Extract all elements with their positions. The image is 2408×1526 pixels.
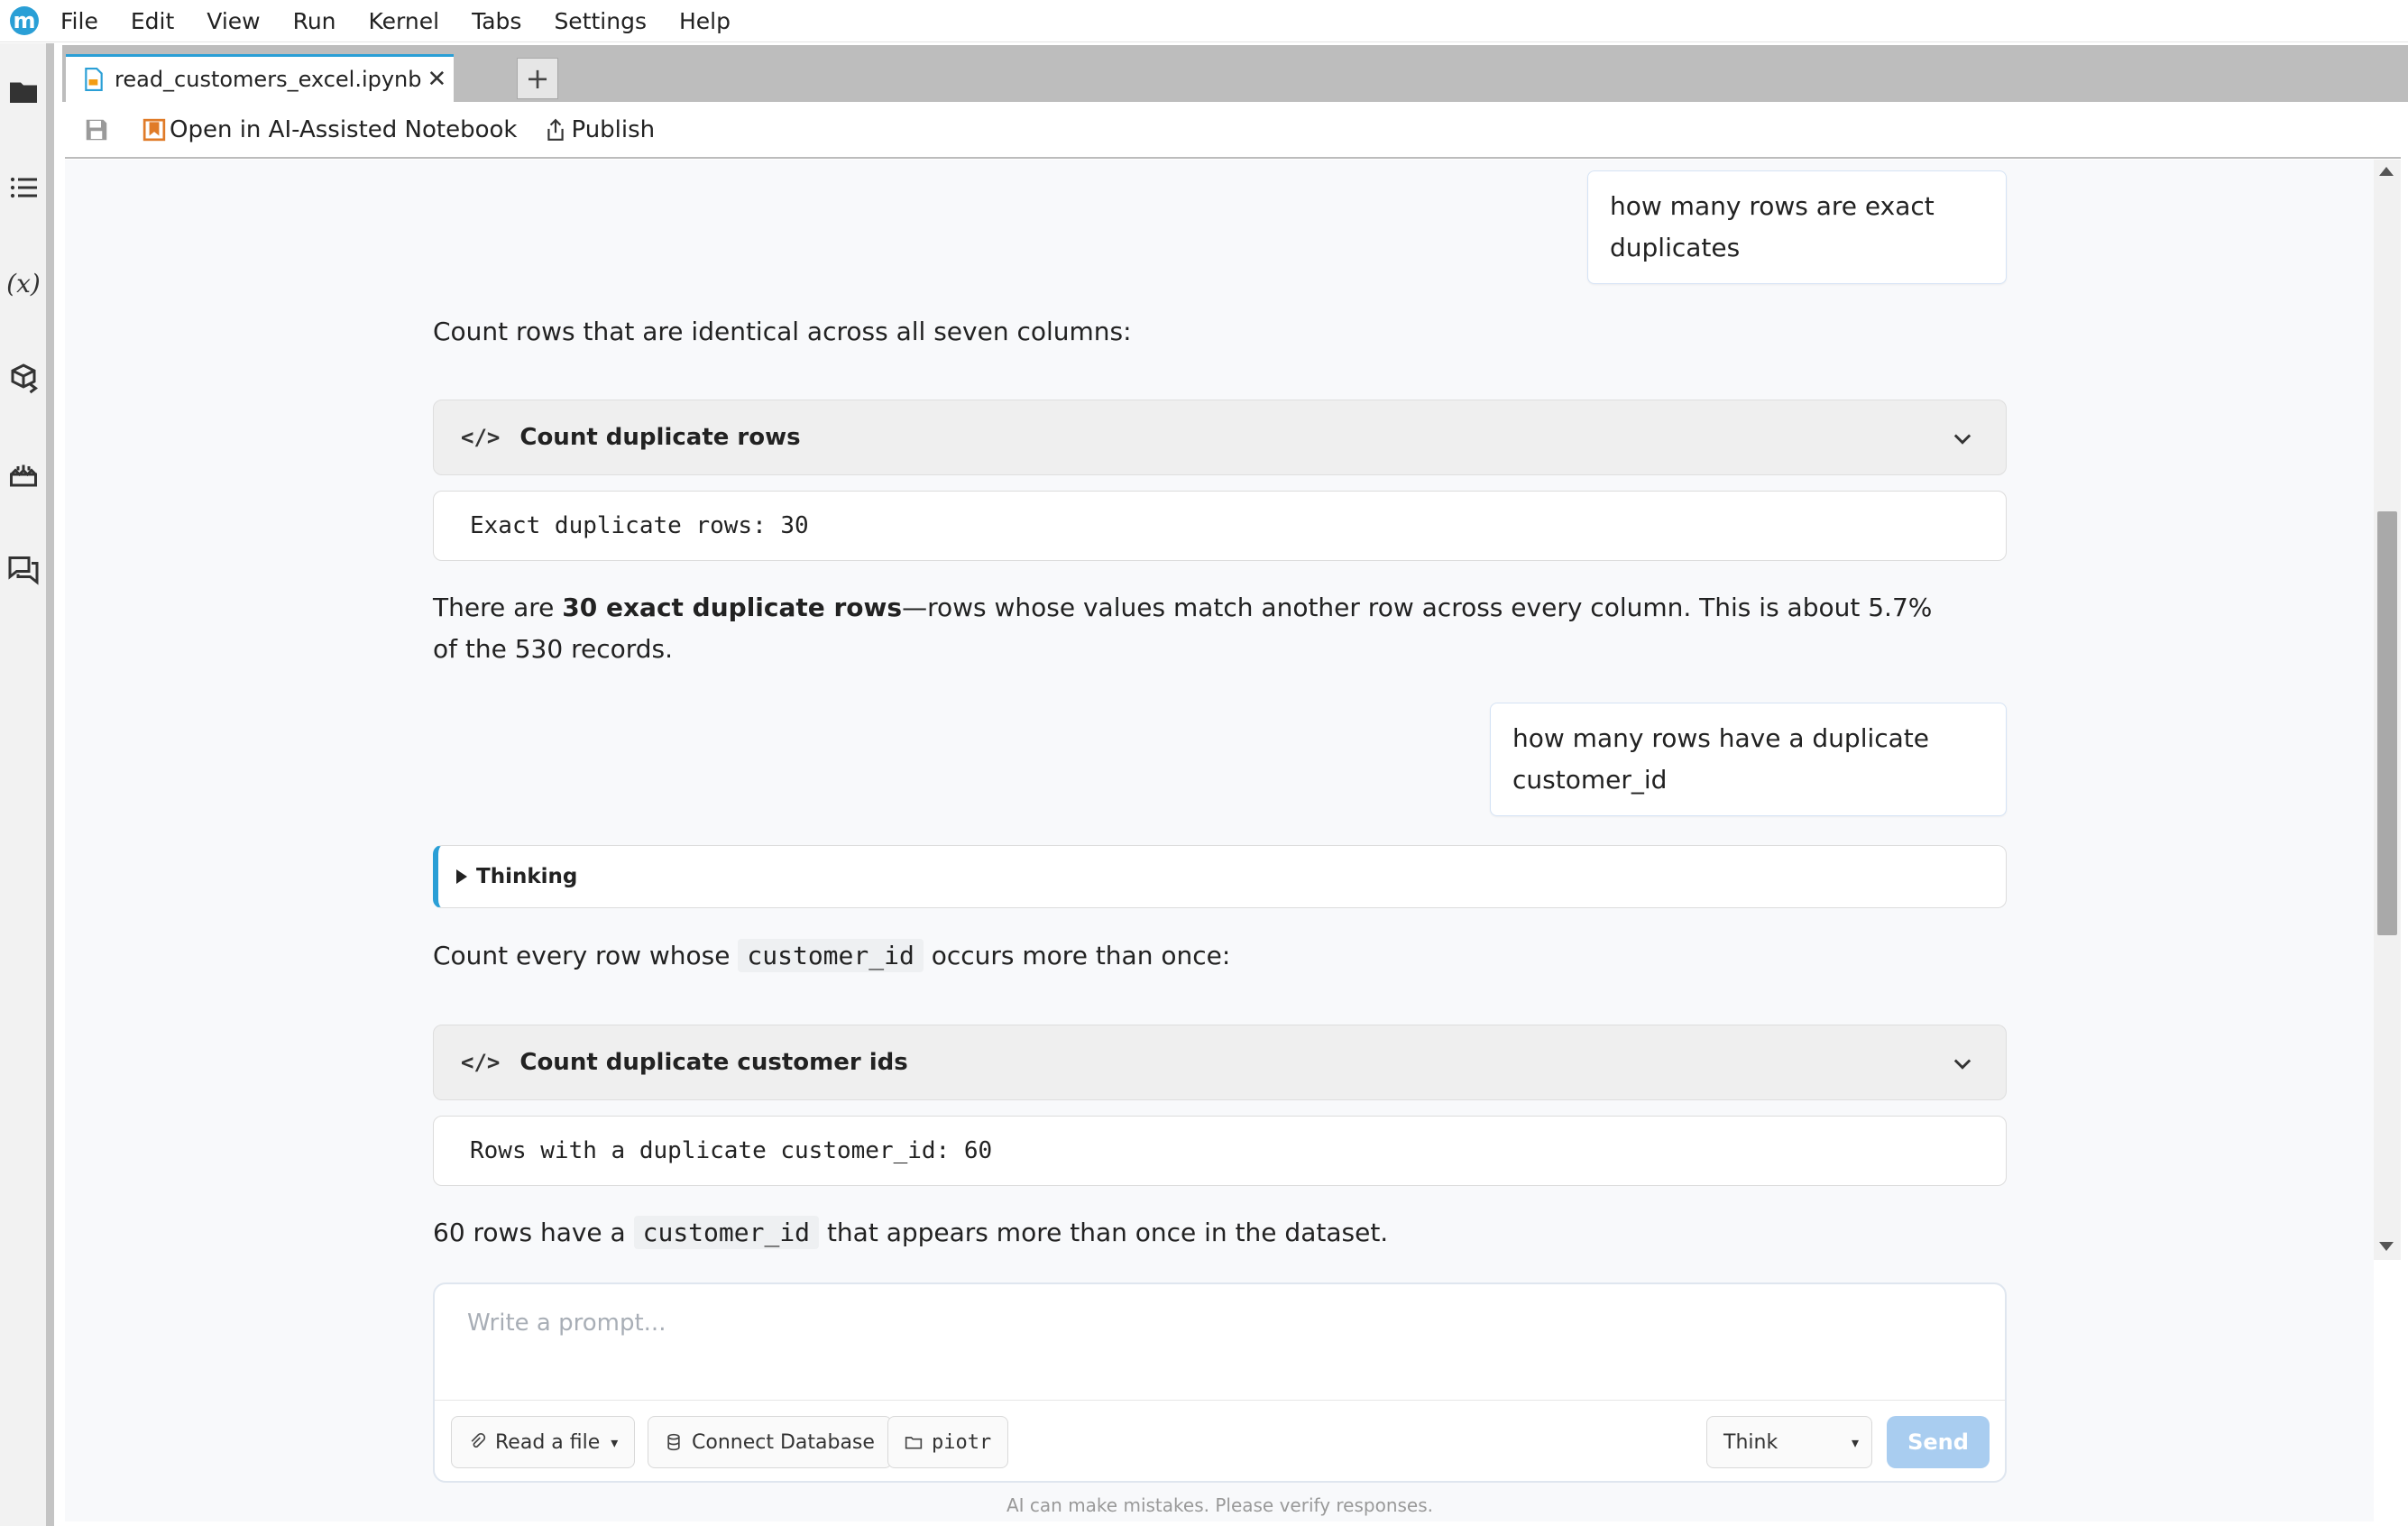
close-icon[interactable]: ✕ <box>427 66 447 93</box>
assistant-text-segment: There are <box>433 593 563 622</box>
code-output: Exact duplicate rows: 30 <box>433 491 2007 561</box>
assistant-text: Count rows that are identical across all… <box>433 317 1132 346</box>
left-sidebar: (x) <box>0 43 54 1526</box>
chat-content: how many rows are exact duplicates Count… <box>65 160 2374 1521</box>
code-icon: </> <box>461 425 501 450</box>
scroll-down-icon[interactable] <box>2379 1242 2394 1251</box>
menu-kernel[interactable]: Kernel <box>369 8 440 34</box>
mode-select[interactable]: Think ▾ <box>1706 1416 1872 1468</box>
notebook-toolbar: Open in AI-Assisted Notebook Publish <box>65 102 2401 159</box>
assistant-text: There are 30 exact duplicate rows—rows w… <box>433 587 1948 670</box>
bookmark-icon <box>142 118 166 141</box>
mode-select-value: Think <box>1723 1430 1778 1454</box>
publish-label: Publish <box>571 115 656 143</box>
thinking-label: Thinking <box>476 865 578 888</box>
assistant-text-segment: Count every row whose <box>433 941 739 970</box>
code-icon: </> <box>461 1050 501 1075</box>
user-message-text: how many rows have a duplicate customer_… <box>1512 723 1930 795</box>
variable-icon[interactable]: (x) <box>5 265 41 301</box>
assistant-text: 60 rows have a customer_id that appears … <box>433 1212 1388 1254</box>
menu-help[interactable]: Help <box>679 8 731 34</box>
code-output: Rows with a duplicate customer_id: 60 <box>433 1116 2007 1186</box>
chevron-down-icon[interactable] <box>1950 426 1975 451</box>
caret-down-icon: ▾ <box>611 1433 619 1451</box>
code-block-header[interactable]: </> Count duplicate customer ids <box>433 1025 2007 1100</box>
user-message-text: how many rows are exact duplicates <box>1610 191 1935 262</box>
read-file-label: Read a file <box>495 1430 601 1454</box>
inline-code: customer_id <box>633 1216 820 1249</box>
menu-view[interactable]: View <box>207 8 260 34</box>
assistant-text-segment: that appears more than once in the datas… <box>819 1218 1389 1247</box>
assistant-bold-text: 30 exact duplicate rows <box>562 593 903 622</box>
app-logo: m <box>10 6 39 35</box>
caret-down-icon: ▾ <box>1851 1433 1859 1451</box>
folder-open-icon <box>905 1437 923 1449</box>
read-file-button[interactable]: Read a file ▾ <box>451 1416 636 1468</box>
send-button[interactable]: Send <box>1887 1416 1990 1468</box>
database-icon <box>667 1433 680 1451</box>
save-icon[interactable] <box>83 116 110 143</box>
folder-button[interactable]: piotr <box>887 1416 1009 1468</box>
assistant-text-segment: 60 rows have a <box>433 1218 634 1247</box>
tab-bar: read_customers_excel.ipynb ✕ + <box>62 45 2408 102</box>
tab-notebook[interactable]: read_customers_excel.ipynb ✕ <box>66 54 454 102</box>
scroll-up-icon[interactable] <box>2379 167 2394 176</box>
variable-glyph: (x) <box>6 268 41 299</box>
triangle-right-icon <box>456 869 467 884</box>
thinking-toggle[interactable]: Thinking <box>433 845 2007 908</box>
code-block-title: Count duplicate rows <box>519 424 801 451</box>
menu-settings[interactable]: Settings <box>554 8 647 34</box>
user-message: how many rows have a duplicate customer_… <box>1490 703 2007 816</box>
paperclip-icon <box>471 1433 486 1448</box>
scroll-thumb[interactable] <box>2377 511 2397 935</box>
publish-button[interactable]: Publish <box>544 116 655 143</box>
package-icon[interactable] <box>5 361 41 397</box>
chevron-down-icon[interactable] <box>1950 1051 1975 1076</box>
notebook-file-icon <box>85 68 103 91</box>
menu-edit[interactable]: Edit <box>131 8 174 34</box>
list-icon[interactable] <box>5 170 41 206</box>
menu-tabs[interactable]: Tabs <box>472 8 521 34</box>
chat-icon[interactable] <box>5 552 41 588</box>
tab-label: read_customers_excel.ipynb <box>115 67 422 92</box>
code-output-text: Exact duplicate rows: 30 <box>470 512 809 539</box>
folder-label: piotr <box>932 1430 992 1454</box>
assistant-text: Count every row whose customer_id occurs… <box>433 935 1230 977</box>
code-block-header[interactable]: </> Count duplicate rows <box>433 400 2007 475</box>
inline-code: customer_id <box>738 939 924 972</box>
share-icon <box>547 118 565 141</box>
prompt-input[interactable] <box>467 1310 1964 1337</box>
user-message: how many rows are exact duplicates <box>1587 170 2007 284</box>
menu-bar: m File Edit View Run Kernel Tabs Setting… <box>0 0 2408 42</box>
connect-database-label: Connect Database <box>692 1430 875 1454</box>
menu-run[interactable]: Run <box>293 8 336 34</box>
connect-database-button[interactable]: Connect Database <box>648 1416 892 1468</box>
disclaimer: AI can make mistakes. Please verify resp… <box>1006 1494 1434 1516</box>
code-block-title: Count duplicate customer ids <box>519 1049 908 1076</box>
code-output-text: Rows with a duplicate customer_id: 60 <box>470 1137 993 1164</box>
assistant-text-segment: occurs more than once: <box>923 941 1231 970</box>
open-ai-notebook-label: Open in AI-Assisted Notebook <box>170 115 518 143</box>
prompt-box: Read a file ▾ Connect Database piotr Thi… <box>433 1282 2007 1483</box>
scrollbar[interactable] <box>2374 160 2401 1260</box>
menu-file[interactable]: File <box>60 8 98 34</box>
folder-icon[interactable] <box>5 74 41 110</box>
prompt-divider <box>435 1400 2005 1401</box>
cake-icon[interactable] <box>5 456 41 492</box>
open-ai-notebook-button[interactable]: Open in AI-Assisted Notebook <box>142 116 517 143</box>
add-tab-button[interactable]: + <box>517 58 558 99</box>
